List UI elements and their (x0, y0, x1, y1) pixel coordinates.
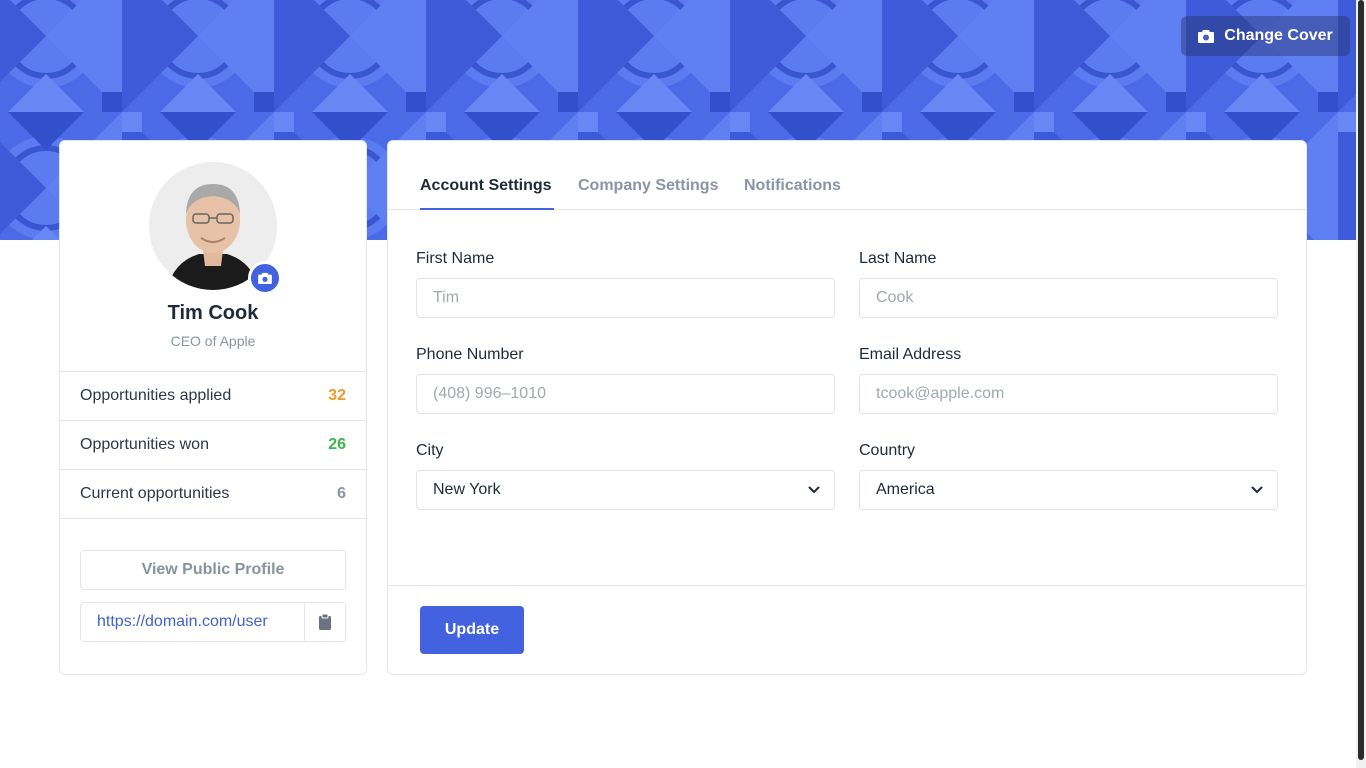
avatar-upload-button[interactable] (248, 261, 282, 295)
active-tab-indicator (420, 208, 554, 210)
stat-row-won: Opportunities won 26 (60, 421, 366, 470)
form-footer-divider (388, 585, 1306, 586)
clipboard-icon (319, 614, 331, 630)
public-url-group (80, 602, 346, 642)
stat-value: 26 (328, 436, 346, 453)
first-name-label: First Name (416, 250, 495, 267)
copy-url-button[interactable] (304, 603, 345, 641)
stat-label: Opportunities applied (80, 387, 232, 404)
email-label: Email Address (859, 346, 962, 363)
chevron-down-icon (808, 486, 820, 494)
profile-role: CEO of Apple (170, 333, 256, 349)
profile-card: Tim Cook CEO of Apple Opportunities appl… (59, 140, 367, 675)
chevron-down-icon (1251, 486, 1263, 494)
camera-icon (1198, 30, 1215, 43)
city-label: City (416, 442, 444, 459)
stats-list: Opportunities applied 32 Opportunities w… (60, 371, 366, 519)
stat-row-applied: Opportunities applied 32 (60, 372, 366, 421)
change-cover-label: Change Cover (1224, 27, 1333, 44)
last-name-input[interactable] (859, 278, 1278, 318)
camera-icon (258, 272, 272, 284)
last-name-label: Last Name (859, 250, 937, 267)
tab-account-settings[interactable]: Account Settings (420, 177, 552, 195)
stat-label: Current opportunities (80, 485, 230, 502)
country-label: Country (859, 442, 916, 459)
tab-company-settings[interactable]: Company Settings (578, 177, 718, 195)
settings-card: Account Settings Company Settings Notifi… (387, 140, 1307, 675)
stat-value: 6 (337, 485, 346, 502)
stat-row-current: Current opportunities 6 (60, 470, 366, 519)
country-selected-value: America (876, 481, 935, 498)
phone-label: Phone Number (416, 346, 524, 363)
view-public-profile-button[interactable]: View Public Profile (80, 550, 346, 590)
city-selected-value: New York (433, 481, 501, 498)
stat-label: Opportunities won (80, 436, 209, 453)
tab-notifications[interactable]: Notifications (744, 177, 841, 195)
city-select[interactable]: New York (416, 470, 835, 510)
public-url-input[interactable] (81, 603, 304, 641)
country-select[interactable]: America (859, 470, 1278, 510)
profile-name: Tim Cook (167, 302, 259, 324)
update-button[interactable]: Update (420, 606, 524, 654)
first-name-input[interactable] (416, 278, 835, 318)
scrollbar-track[interactable] (1356, 0, 1366, 768)
stat-value: 32 (328, 387, 346, 404)
change-cover-button[interactable]: Change Cover (1181, 16, 1350, 56)
scrollbar-thumb[interactable] (1358, 0, 1364, 760)
phone-input[interactable] (416, 374, 835, 414)
settings-tabs: Account Settings Company Settings Notifi… (388, 141, 1306, 210)
email-input[interactable] (859, 374, 1278, 414)
